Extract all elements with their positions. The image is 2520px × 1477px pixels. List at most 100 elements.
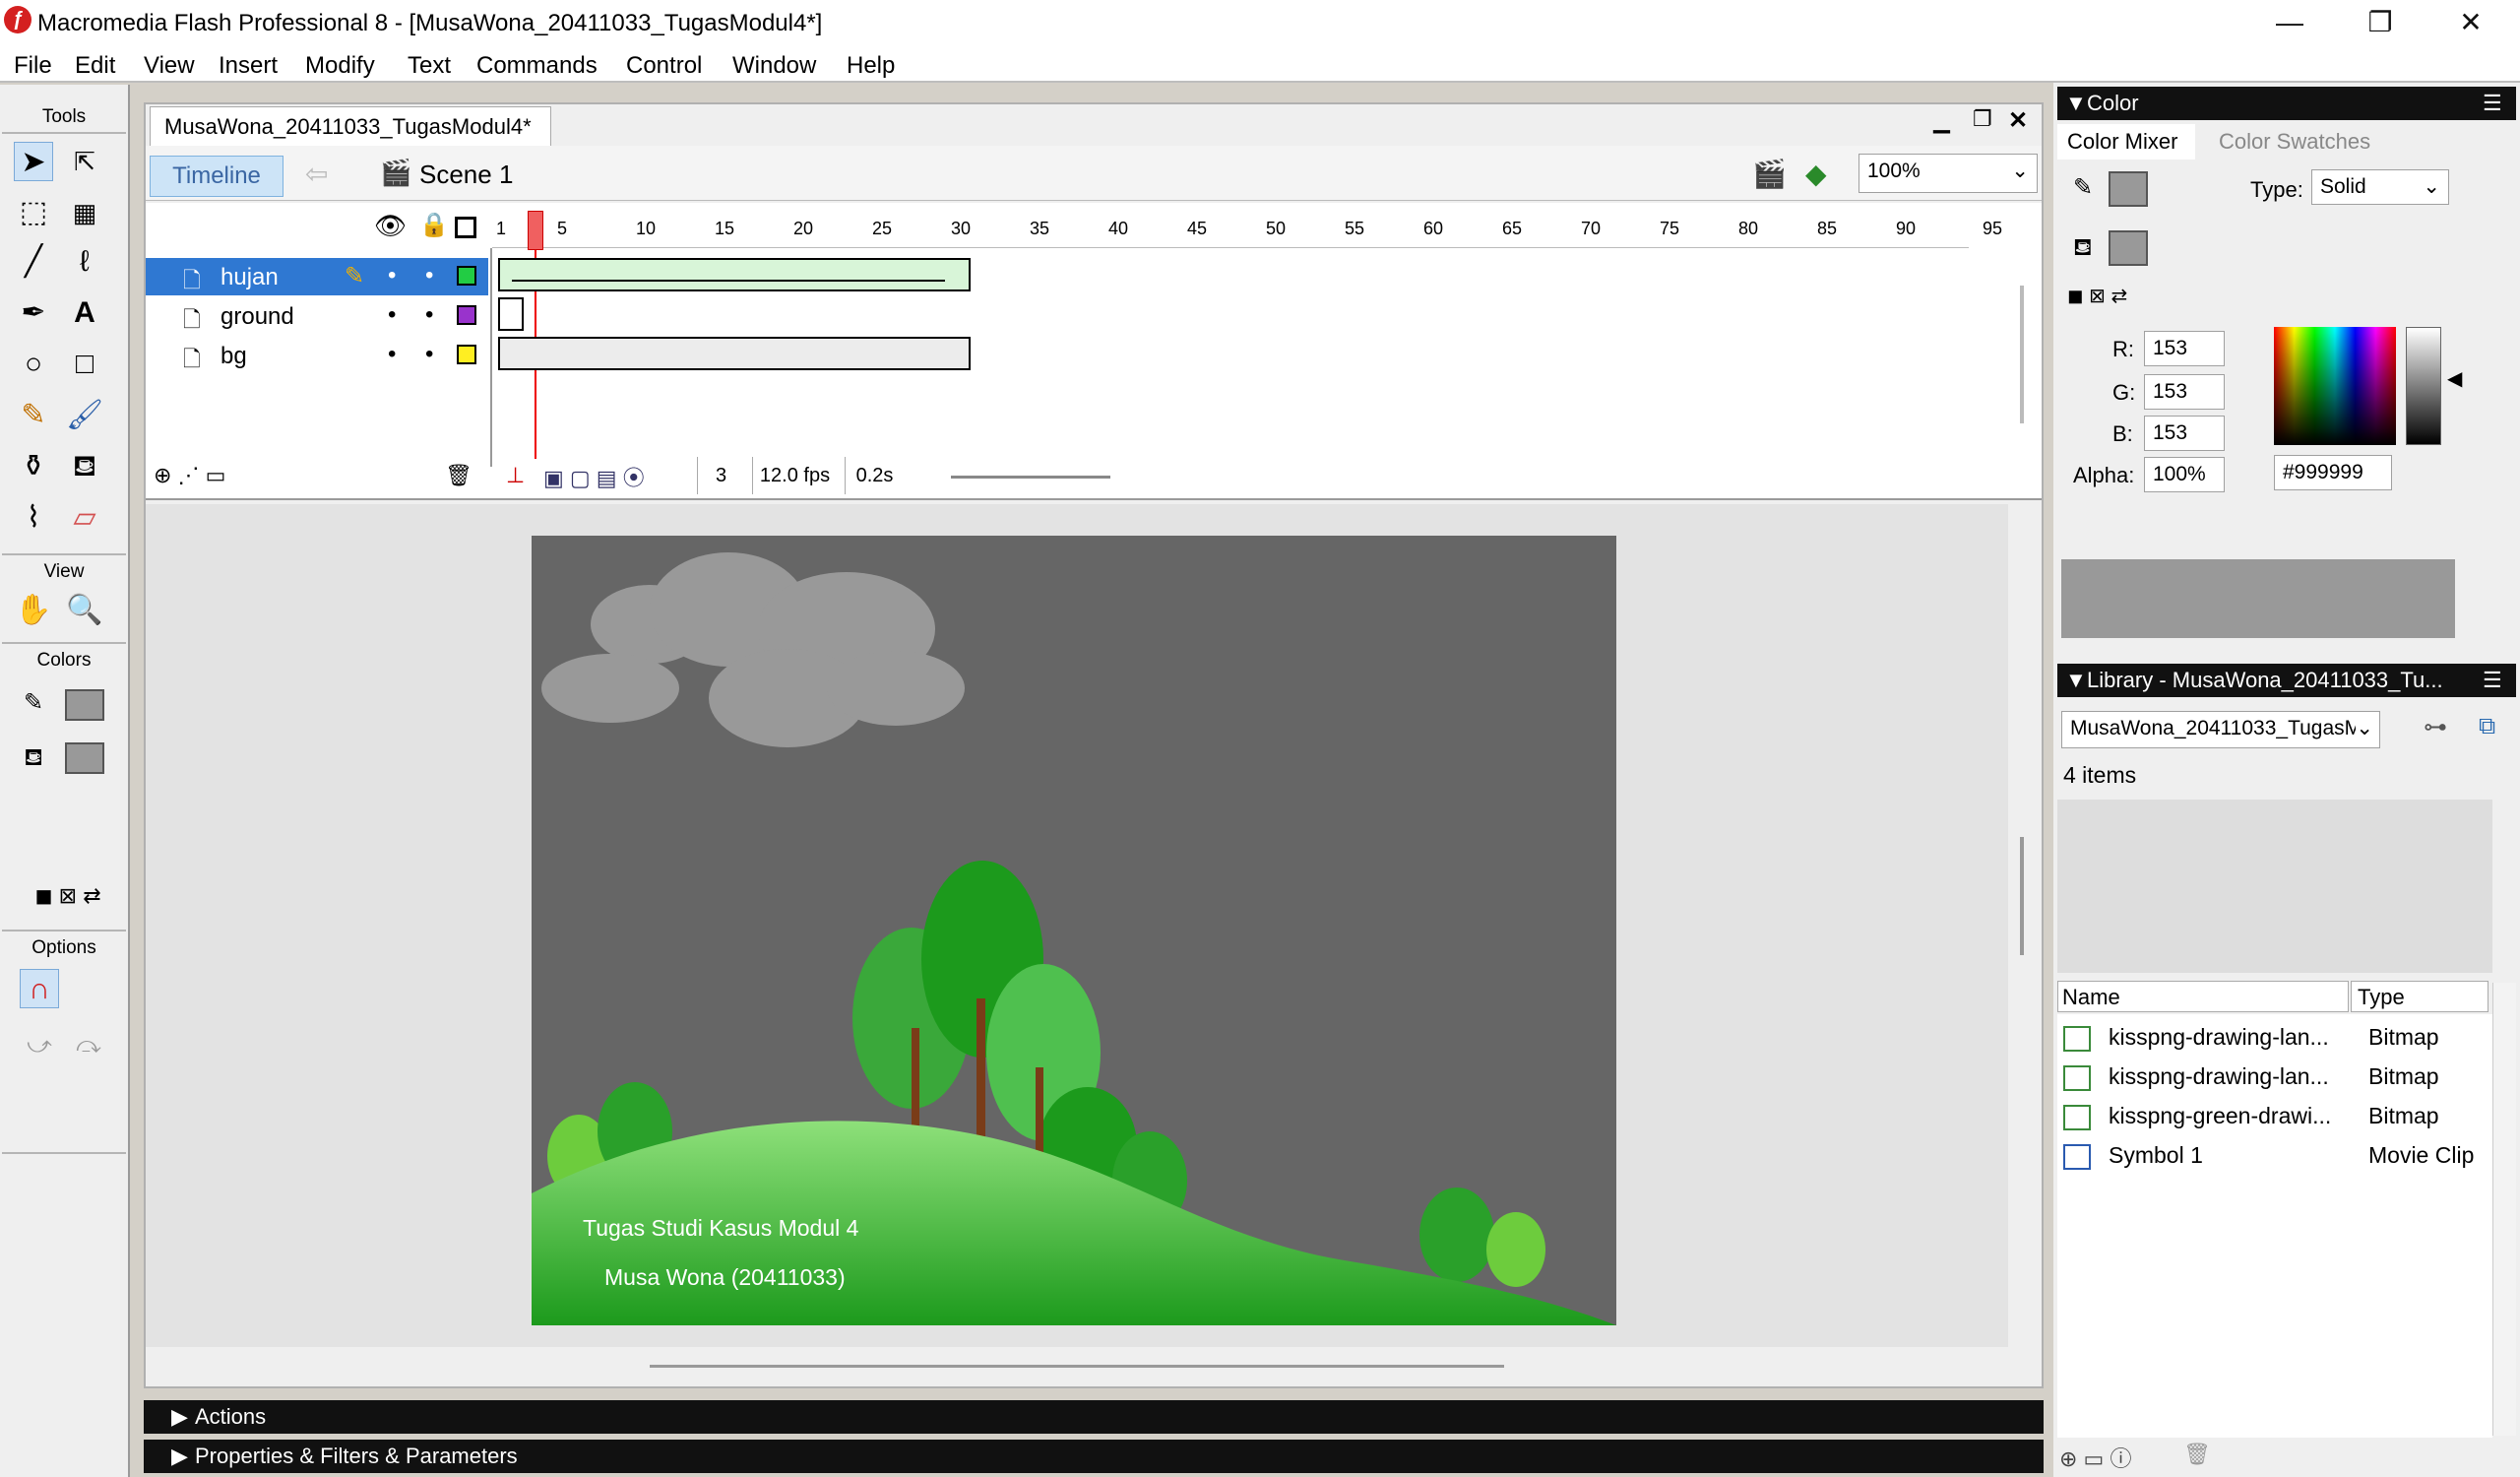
smooth-icon[interactable]: ⤻ [20,1026,59,1065]
pencil-tool-icon[interactable]: ✎ [14,396,53,435]
lock-dot[interactable]: • [425,341,433,368]
library-col-name[interactable]: Name [2057,981,2349,1012]
hex-field[interactable]: #999999 [2274,455,2392,490]
actions-panel-header[interactable]: ▶ Actions [144,1400,2044,1434]
pin-library-icon[interactable]: ⊶ [2424,713,2447,741]
library-item[interactable]: kisspng-drawing-lan... Bitmap [2057,1016,2506,1056]
tab-color-swatches[interactable]: Color Swatches [2205,124,2402,160]
menu-modify[interactable]: Modify [305,52,375,80]
brightness-pointer-icon[interactable]: ◀ [2447,366,2462,391]
library-scrollbar[interactable] [2492,983,2516,1436]
color-panel-header[interactable]: ▼ Color ☰ [2057,87,2516,120]
layer-color-swatch[interactable] [457,345,476,364]
add-layer-icons[interactable]: ⊕ ⋰ ▭ [154,463,225,488]
doc-close-icon[interactable]: ✕ [2008,106,2028,135]
library-panel-header[interactable]: ▼ Library - MusaWona_20411033_Tu... ☰ [2057,664,2516,697]
zoom-select[interactable]: 100% ⌄ [1858,154,2038,193]
paint-bucket-tool-icon[interactable]: ⛾ [65,447,104,486]
mixer-fill-swatch[interactable] [2109,230,2148,266]
lasso-tool-icon[interactable]: ℓ [65,242,104,282]
line-tool-icon[interactable]: ╱ [14,242,53,282]
eye-icon[interactable]: 👁 [374,211,407,241]
menu-view[interactable]: View [144,52,195,80]
doc-minimize-icon[interactable]: ▁ [1933,108,1950,134]
playhead[interactable] [528,211,543,250]
layer-row-hujan[interactable]: 🗋 hujan ✎ • • [146,258,488,295]
menu-window[interactable]: Window [732,52,816,80]
text-tool-icon[interactable]: A [65,293,104,333]
brightness-slider[interactable] [2406,327,2441,445]
new-library-panel-icon[interactable]: ⧉ [2479,713,2495,740]
lock-dot[interactable]: • [425,301,433,329]
back-arrow-icon[interactable]: ⇦ [305,158,328,190]
document-tab[interactable]: MusaWona_20411033_TugasModul4* [150,106,551,146]
hand-tool-icon[interactable]: ✋ [14,591,53,630]
fill-type-select[interactable]: Solid ⌄ [2311,169,2449,205]
green-field[interactable]: 153 [2144,374,2225,410]
frame-span-hujan[interactable] [498,258,971,291]
stage-hscroll[interactable] [650,1365,1504,1368]
panel-menu-icon[interactable]: ☰ [2483,664,2502,697]
restore-button[interactable]: ❐ [2335,0,2426,47]
library-document-select[interactable]: MusaWona_20411033_TugasMc ⌄ [2061,711,2380,748]
subselection-tool-icon[interactable]: ⇱ [65,142,104,181]
free-transform-tool-icon[interactable]: ⬚ [14,193,53,232]
stage-text-title[interactable]: Tugas Studi Kasus Modul 4 [583,1215,858,1242]
library-footer-icons[interactable]: ⊕ ▭ ⓘ [2059,1442,2131,1473]
fill-transform-tool-icon[interactable]: ▦ [65,193,104,232]
visibility-dot[interactable]: • [388,262,396,289]
menu-text[interactable]: Text [408,52,451,80]
stage-vscroll[interactable] [2020,837,2024,955]
pen-tool-icon[interactable]: ✒ [14,293,53,333]
layer-row-ground[interactable]: 🗋 ground • • [146,297,488,335]
visibility-dot[interactable]: • [388,301,396,329]
color-spectrum[interactable] [2274,327,2396,445]
tab-color-mixer[interactable]: Color Mixer [2057,124,2195,160]
library-item[interactable]: Symbol 1 Movie Clip [2057,1134,2506,1174]
library-delete-icon[interactable]: 🗑 [2183,1442,2211,1467]
selection-tool-icon[interactable]: ➤ [14,142,53,181]
alpha-field[interactable]: 100% [2144,457,2225,492]
lock-icon[interactable]: 🔒 [419,211,449,239]
timeline-toggle-button[interactable]: Timeline [150,156,284,197]
center-frame-icon[interactable]: ⊥ [506,463,525,488]
layer-color-swatch[interactable] [457,266,476,286]
library-col-type[interactable]: Type [2351,981,2488,1012]
frame-span-bg[interactable] [498,337,971,370]
timeline-hscroll[interactable] [951,476,1110,479]
stroke-color-swatch[interactable] [65,689,104,721]
timeline-vscroll[interactable] [2020,286,2024,423]
eyedropper-tool-icon[interactable]: ⌇ [14,498,53,538]
menu-insert[interactable]: Insert [219,52,278,80]
zoom-tool-icon[interactable]: 🔍 [65,591,104,630]
swap-colors-icons[interactable]: ◼ ⊠ ⇄ [2067,284,2127,308]
rectangle-tool-icon[interactable]: □ [65,345,104,384]
menu-file[interactable]: File [14,52,52,80]
edit-scene-icon[interactable]: 🎬 [1752,158,1787,190]
menu-help[interactable]: Help [847,52,895,80]
properties-panel-header[interactable]: ▶ Properties & Filters & Parameters [144,1440,2044,1473]
stage[interactable]: Tugas Studi Kasus Modul 4 Musa Wona (204… [532,536,1616,1325]
blue-field[interactable]: 153 [2144,416,2225,451]
brush-tool-icon[interactable]: 🖌 [65,396,104,435]
outline-icon[interactable] [455,217,476,238]
eraser-tool-icon[interactable]: ▱ [65,498,104,538]
red-field[interactable]: 153 [2144,331,2225,366]
frame-rate[interactable]: 12.0 fps [752,457,837,494]
menu-commands[interactable]: Commands [476,52,598,80]
layer-row-bg[interactable]: 🗋 bg • • [146,337,488,374]
menu-control[interactable]: Control [626,52,702,80]
default-colors-icons[interactable]: ◼ ⊠ ⇄ [14,876,122,916]
lock-dot[interactable]: • [425,262,433,289]
mixer-stroke-swatch[interactable] [2109,171,2148,207]
minimize-button[interactable]: — [2244,0,2335,47]
snap-to-objects-icon[interactable]: ∩ [20,969,59,1008]
layer-color-swatch[interactable] [457,305,476,325]
doc-restore-icon[interactable]: ❐ [1973,106,1992,132]
frame-span-ground[interactable] [498,297,524,331]
onion-skin-icons[interactable]: ▣ ▢ ▤ ⦿ [543,461,645,492]
library-item[interactable]: kisspng-drawing-lan... Bitmap [2057,1056,2506,1095]
ink-bottle-tool-icon[interactable]: ⚱ [14,447,53,486]
visibility-dot[interactable]: • [388,341,396,368]
oval-tool-icon[interactable]: ○ [14,345,53,384]
